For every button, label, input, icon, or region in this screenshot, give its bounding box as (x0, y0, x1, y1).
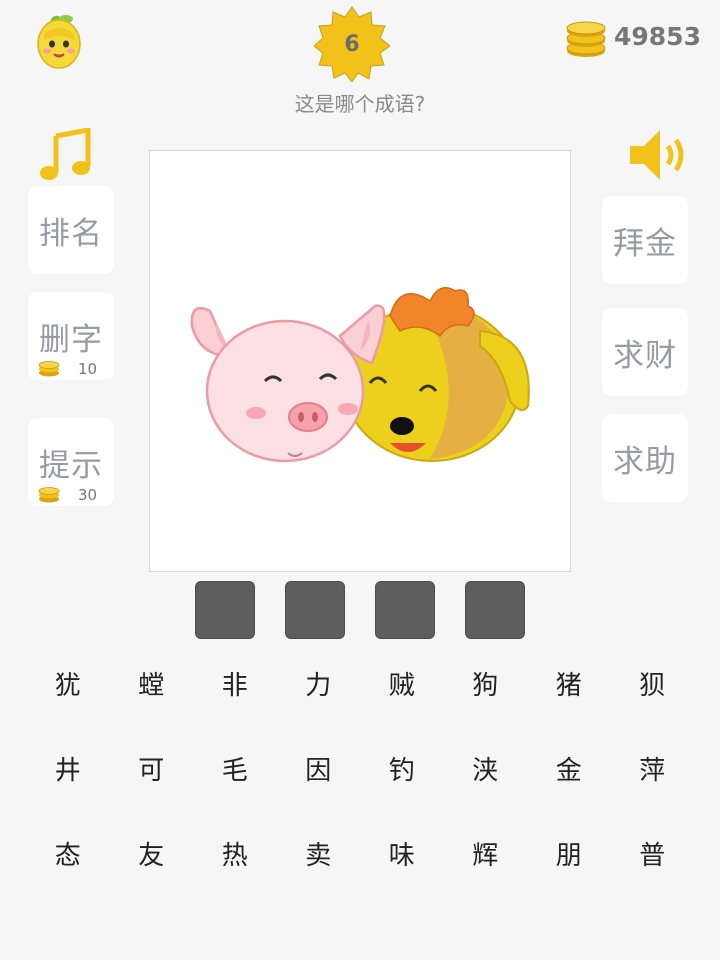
pig-and-dog-illustration (190, 286, 530, 463)
char-tile[interactable]: 朋 (527, 820, 611, 886)
char-tile[interactable]: 贼 (360, 650, 444, 716)
char-tile[interactable]: 毛 (193, 735, 277, 801)
char-tile[interactable]: 非 (193, 650, 277, 716)
game-screen: 6 这是哪个成语? 49853 排名 删字 10 提示 30 拜金 求财 求助 … (0, 0, 720, 960)
worship-gold-button-label: 拜金 (613, 225, 677, 262)
char-tile[interactable]: 狈 (611, 650, 695, 716)
char-tile[interactable]: 力 (277, 650, 361, 716)
char-tile[interactable]: 友 (110, 820, 194, 886)
char-tile[interactable]: 热 (193, 820, 277, 886)
char-tile[interactable]: 味 (360, 820, 444, 886)
char-tile[interactable]: 猪 (527, 650, 611, 716)
hint-button[interactable]: 提示 30 (28, 418, 114, 506)
char-tile[interactable]: 金 (527, 735, 611, 801)
pig-head (190, 304, 386, 463)
seek-help-button[interactable]: 求助 (602, 414, 688, 502)
char-tile[interactable]: 狗 (444, 650, 528, 716)
delete-char-button-label: 删字 (39, 321, 103, 358)
char-tile[interactable]: 态 (26, 820, 110, 886)
char-tile[interactable]: 普 (611, 820, 695, 886)
speaker-icon[interactable] (626, 126, 688, 184)
char-tile[interactable]: 钓 (360, 735, 444, 801)
rank-button-label: 排名 (39, 215, 103, 252)
char-tile[interactable]: 卖 (277, 820, 361, 886)
hint-button-label: 提示 (39, 447, 103, 484)
level-number: 6 (344, 31, 360, 57)
seek-wealth-button-label: 求财 (613, 337, 677, 374)
char-tile[interactable]: 因 (277, 735, 361, 801)
coin-stack-icon (566, 21, 606, 57)
question-text: 这是哪个成语? (294, 92, 426, 116)
char-tile[interactable]: 犹 (26, 650, 110, 716)
seek-wealth-button[interactable]: 求财 (602, 308, 688, 396)
puzzle-picture (149, 150, 571, 572)
char-tile[interactable]: 螳 (110, 650, 194, 716)
character-grid: 犹 螳 非 力 贼 狗 猪 狈 井 可 毛 因 钓 浃 金 萍 态 友 热 卖 … (26, 650, 694, 905)
coin-icon (38, 361, 60, 377)
delete-char-cost: 10 (38, 358, 114, 380)
answer-slot-2[interactable] (285, 581, 345, 639)
char-tile[interactable]: 浃 (444, 735, 528, 801)
coins-count: 49853 (614, 22, 701, 51)
char-tile[interactable]: 井 (26, 735, 110, 801)
hint-cost: 30 (38, 484, 114, 506)
char-tile[interactable]: 辉 (444, 820, 528, 886)
char-tile[interactable]: 萍 (611, 735, 695, 801)
music-note-icon[interactable] (38, 128, 92, 182)
answer-slot-3[interactable] (375, 581, 435, 639)
rank-button[interactable]: 排名 (28, 186, 114, 274)
delete-char-cost-value: 10 (78, 360, 98, 378)
delete-char-button[interactable]: 删字 10 (28, 292, 114, 380)
char-tile[interactable]: 可 (110, 735, 194, 801)
answer-slot-1[interactable] (195, 581, 255, 639)
hint-cost-value: 30 (78, 486, 98, 504)
seek-help-button-label: 求助 (613, 443, 677, 480)
answer-slot-4[interactable] (465, 581, 525, 639)
avatar-icon[interactable] (34, 12, 84, 70)
worship-gold-button[interactable]: 拜金 (602, 196, 688, 284)
coin-icon (38, 487, 60, 503)
